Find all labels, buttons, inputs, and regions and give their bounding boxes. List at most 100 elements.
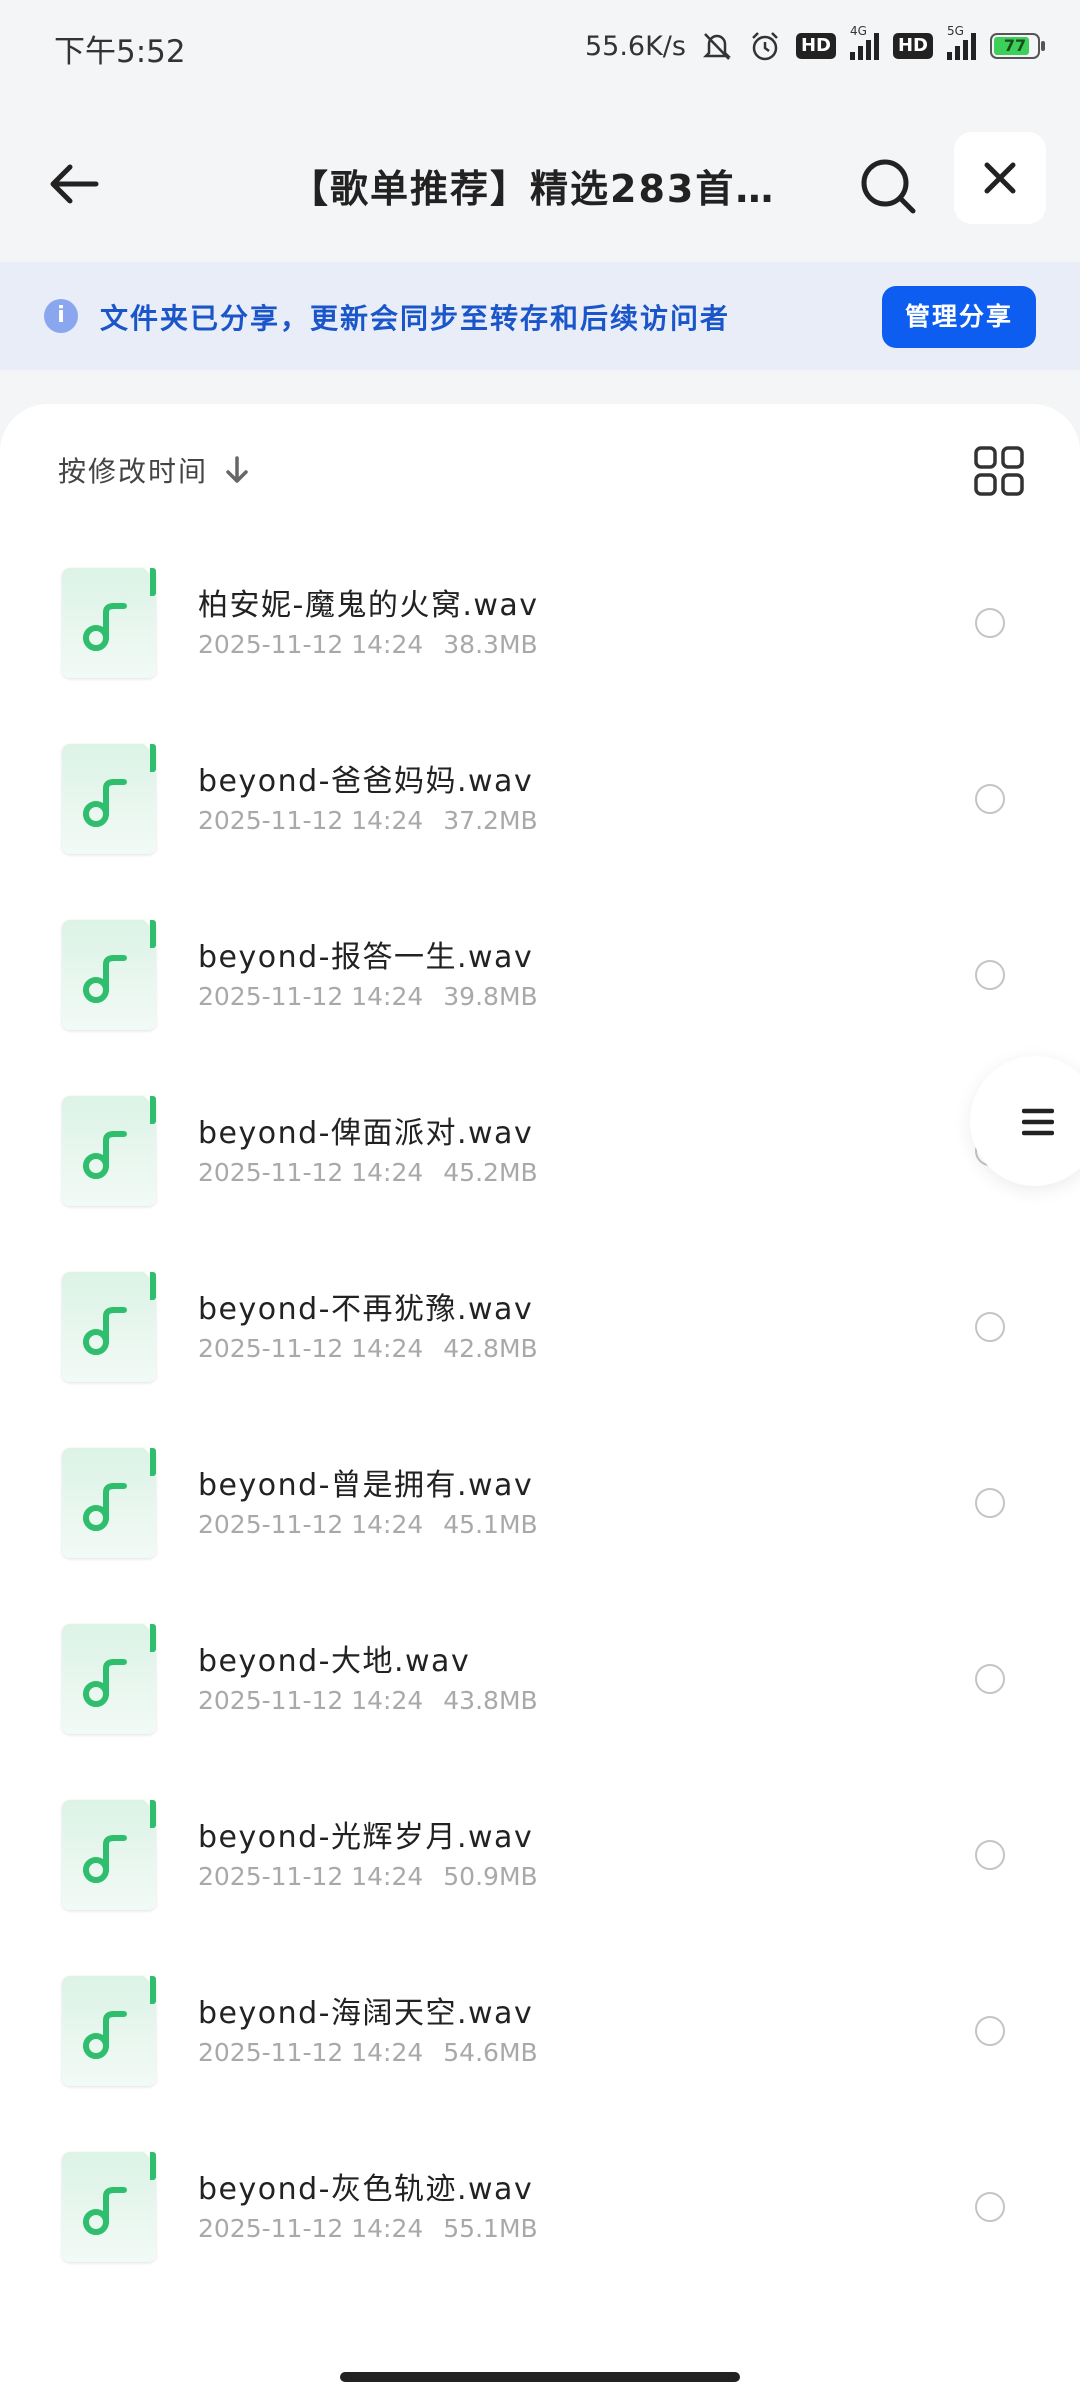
file-size: 45.1MB — [443, 1510, 538, 1539]
select-radio[interactable] — [975, 1664, 1005, 1694]
grid-view-icon — [974, 446, 1024, 496]
file-date: 2025-11-12 14:24 — [198, 2214, 424, 2243]
file-row[interactable]: beyond-大地.wav 2025-11-12 14:24 43.8MB — [0, 1586, 1080, 1762]
select-radio[interactable] — [975, 784, 1005, 814]
file-size: 55.1MB — [443, 2214, 538, 2243]
file-date: 2025-11-12 14:24 — [198, 630, 424, 659]
grid-view-button[interactable] — [972, 444, 1026, 498]
file-date: 2025-11-12 14:24 — [198, 982, 424, 1011]
page-title: 【歌单推荐】精选283首… — [290, 167, 776, 211]
select-radio[interactable] — [975, 960, 1005, 990]
battery-level: 77 — [1003, 36, 1027, 55]
file-name: beyond-灰色轨迹.wav — [198, 2172, 534, 2207]
file-row[interactable]: 柏安妮-魔鬼的火窝.wav 2025-11-12 14:24 38.3MB — [0, 530, 1080, 706]
search-button[interactable] — [850, 148, 926, 224]
file-name: beyond-爸爸妈妈.wav — [198, 764, 534, 799]
file-list: 柏安妮-魔鬼的火窝.wav 2025-11-12 14:24 38.3MB beyon… — [0, 530, 1080, 2290]
file-name: 柏安妮-魔鬼的火窝.wav — [198, 588, 539, 623]
network-label-1: 4G — [849, 24, 867, 38]
battery-icon: 77 — [990, 33, 1045, 59]
info-icon: i — [44, 299, 78, 333]
select-radio[interactable] — [975, 1840, 1005, 1870]
music-note-icon — [83, 1483, 127, 1531]
music-note-icon — [83, 779, 127, 827]
file-row[interactable]: beyond-曾是拥有.wav 2025-11-12 14:24 45.1MB — [0, 1410, 1080, 1586]
select-radio[interactable] — [975, 1488, 1005, 1518]
menu-icon — [1022, 1108, 1054, 1136]
file-name: beyond-海阔天空.wav — [198, 1996, 534, 2031]
music-note-icon — [83, 1659, 127, 1707]
manage-share-button[interactable]: 管理分享 — [882, 286, 1036, 348]
music-note-icon — [83, 955, 127, 1003]
file-row[interactable]: beyond-光辉岁月.wav 2025-11-12 14:24 50.9MB — [0, 1762, 1080, 1938]
file-size: 54.6MB — [443, 2038, 538, 2067]
file-name: beyond-不再犹豫.wav — [198, 1292, 534, 1327]
file-row[interactable]: beyond-俾面派对.wav 2025-11-12 14:24 45.2MB — [0, 1058, 1080, 1234]
music-file-icon — [62, 1272, 156, 1382]
file-meta: 2025-11-12 14:24 55.1MB — [198, 2214, 538, 2243]
file-name: beyond-曾是拥有.wav — [198, 1468, 534, 1503]
file-meta: 2025-11-12 14:24 50.9MB — [198, 1862, 538, 1891]
music-note-icon — [83, 2011, 127, 2059]
file-meta: 2025-11-12 14:24 54.6MB — [198, 2038, 538, 2067]
music-file-icon — [62, 2152, 156, 2262]
music-file-icon — [62, 744, 156, 854]
file-date: 2025-11-12 14:24 — [198, 2038, 424, 2067]
hd-badge-2: HD — [892, 33, 933, 59]
network-type-1: 4G — [849, 24, 879, 60]
music-note-icon — [83, 603, 127, 651]
file-size: 45.2MB — [443, 1158, 538, 1187]
file-name: beyond-报答一生.wav — [198, 940, 534, 975]
share-notice-bar: i 文件夹已分享，更新会同步至转存和后续访问者 管理分享 — [0, 262, 1080, 370]
music-file-icon — [62, 1448, 156, 1558]
music-note-icon — [83, 2187, 127, 2235]
music-file-icon — [62, 568, 156, 678]
close-button[interactable] — [954, 132, 1046, 224]
music-file-icon — [62, 920, 156, 1030]
network-label-2: 5G — [947, 24, 964, 38]
file-date: 2025-11-12 14:24 — [198, 806, 424, 835]
file-meta: 2025-11-12 14:24 37.2MB — [198, 806, 538, 835]
home-indicator[interactable] — [340, 2372, 740, 2382]
file-list-panel: 按修改时间 柏安妮-魔鬼的火窝.wav 2025-11-12 14:24 38.3M… — [0, 404, 1080, 2400]
close-icon — [984, 162, 1016, 194]
music-file-icon — [62, 1624, 156, 1734]
alarm-icon — [752, 32, 778, 61]
file-name: beyond-大地.wav — [198, 1644, 471, 1679]
file-row[interactable]: beyond-报答一生.wav 2025-11-12 14:24 39.8MB — [0, 882, 1080, 1058]
file-name: beyond-俾面派对.wav — [198, 1116, 534, 1151]
file-meta: 2025-11-12 14:24 38.3MB — [198, 630, 538, 659]
music-note-icon — [83, 1307, 127, 1355]
file-size: 43.8MB — [443, 1686, 538, 1715]
search-icon — [861, 159, 916, 214]
file-meta: 2025-11-12 14:24 45.1MB — [198, 1510, 538, 1539]
status-time: 下午5:52 — [54, 34, 186, 70]
file-size: 42.8MB — [443, 1334, 538, 1363]
status-icons: 55.6K/s HD 4G HD 5G 77 — [585, 24, 1045, 68]
file-size: 39.8MB — [443, 982, 538, 1011]
select-radio[interactable] — [975, 608, 1005, 638]
music-file-icon — [62, 1800, 156, 1910]
file-meta: 2025-11-12 14:24 42.8MB — [198, 1334, 538, 1363]
file-row[interactable]: beyond-灰色轨迹.wav 2025-11-12 14:24 55.1MB — [0, 2114, 1080, 2290]
sort-control[interactable]: 按修改时间 — [58, 450, 252, 490]
file-date: 2025-11-12 14:24 — [198, 1862, 424, 1891]
music-note-icon — [83, 1835, 127, 1883]
select-radio[interactable] — [975, 2016, 1005, 2046]
select-radio[interactable] — [975, 1312, 1005, 1342]
file-date: 2025-11-12 14:24 — [198, 1334, 424, 1363]
file-name: beyond-光辉岁月.wav — [198, 1820, 534, 1855]
back-button[interactable] — [36, 146, 112, 222]
arrow-left-icon — [50, 164, 99, 204]
music-file-icon — [62, 1976, 156, 2086]
file-size: 38.3MB — [443, 630, 538, 659]
file-row[interactable]: beyond-爸爸妈妈.wav 2025-11-12 14:24 37.2MB — [0, 706, 1080, 882]
file-row[interactable]: beyond-海阔天空.wav 2025-11-12 14:24 54.6MB — [0, 1938, 1080, 2114]
file-date: 2025-11-12 14:24 — [198, 1686, 424, 1715]
hd-badge: HD — [795, 33, 836, 59]
status-bar: 下午5:52 55.6K/s HD 4G HD 5G 77 — [0, 0, 1080, 96]
file-date: 2025-11-12 14:24 — [198, 1158, 424, 1187]
file-row[interactable]: beyond-不再犹豫.wav 2025-11-12 14:24 42.8MB — [0, 1234, 1080, 1410]
select-radio[interactable] — [975, 2192, 1005, 2222]
header: 【歌单推荐】精选283首… — [0, 96, 1080, 262]
